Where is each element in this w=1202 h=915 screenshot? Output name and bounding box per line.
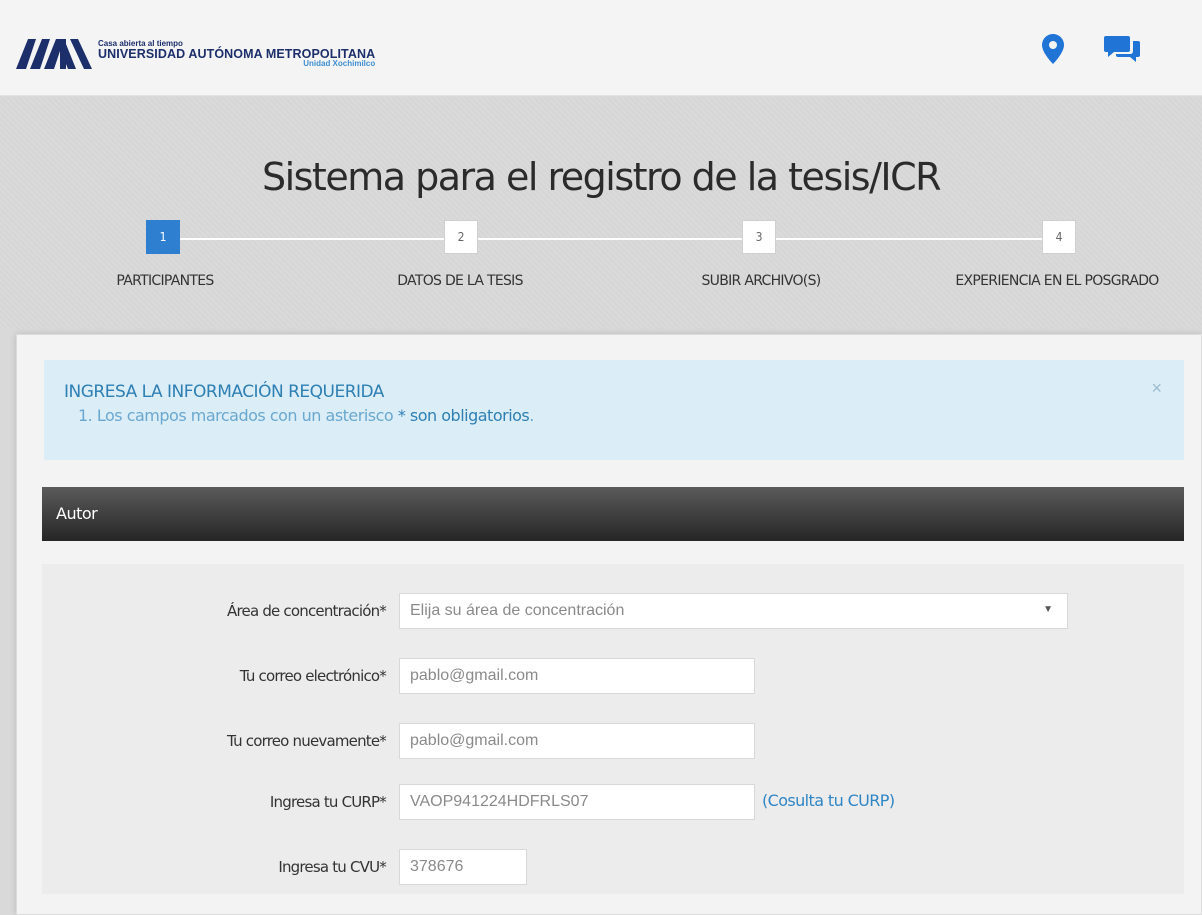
email-confirm-label: Tu correo nuevamente* — [227, 732, 387, 750]
cvu-label: Ingresa tu CVU* — [278, 858, 386, 876]
alert-body-suffix: . — [529, 406, 534, 425]
email-field[interactable]: pablo@gmail.com — [399, 658, 755, 694]
location-pin-icon[interactable] — [1042, 34, 1064, 64]
step-1-label: PARTICIPANTES — [116, 273, 214, 289]
step-connector — [180, 238, 444, 240]
step-3-label: SUBIR ARCHIVO(S) — [701, 273, 821, 289]
step-connector — [776, 238, 1042, 240]
step-connector — [476, 238, 744, 240]
info-alert: INGRESA LA INFORMACIÓN REQUERIDA 1. Los … — [44, 360, 1184, 460]
logo-text: Casa abierta al tiempo UNIVERSIDAD AUTÓN… — [98, 39, 376, 69]
uam-logo-mark-icon — [16, 39, 92, 69]
step-4-indicator[interactable]: 4 — [1042, 220, 1076, 254]
top-header: Casa abierta al tiempo UNIVERSIDAD AUTÓN… — [0, 0, 1202, 96]
alert-title: INGRESA LA INFORMACIÓN REQUERIDA — [64, 382, 384, 402]
step-2-indicator[interactable]: 2 — [444, 220, 478, 254]
close-icon[interactable]: × — [1151, 378, 1162, 399]
page-title: Sistema para el registro de la tesis/ICR — [261, 155, 942, 199]
area-label: Área de concentración* — [227, 602, 387, 620]
chevron-down-icon: ▼ — [1043, 604, 1053, 615]
step-4-label: EXPERIENCIA EN EL POSGRADO — [955, 273, 1159, 289]
cvu-field[interactable]: 378676 — [399, 849, 527, 885]
hero-banner — [0, 97, 1202, 329]
section-title: Autor — [56, 504, 98, 523]
alert-body: 1. Los campos marcados con un asterisco … — [78, 406, 534, 425]
alert-body-text: 1. Los campos marcados con un asterisco — [78, 406, 394, 425]
uam-logo[interactable]: Casa abierta al tiempo UNIVERSIDAD AUTÓN… — [16, 36, 375, 72]
email-label: Tu correo electrónico* — [239, 667, 387, 685]
section-header: Autor — [42, 487, 1184, 541]
email-confirm-field[interactable]: pablo@gmail.com — [399, 723, 755, 759]
chat-icon[interactable] — [1104, 34, 1140, 64]
step-1-indicator[interactable]: 1 — [146, 220, 180, 254]
alert-required-emphasis: * son obligatorios — [397, 406, 530, 425]
curp-lookup-link[interactable]: (Cosulta tu CURP) — [762, 791, 895, 810]
curp-field[interactable]: VAOP941224HDFRLS07 — [399, 784, 755, 820]
area-select-value: Elija su área de concentración — [410, 602, 625, 619]
area-select[interactable]: Elija su área de concentración ▼ — [399, 593, 1068, 629]
step-2-label: DATOS DE LA TESIS — [397, 273, 523, 289]
step-3-indicator[interactable]: 3 — [742, 220, 776, 254]
logo-unit-name: Unidad Xochimilco — [303, 59, 376, 69]
curp-label: Ingresa tu CURP* — [269, 793, 387, 811]
